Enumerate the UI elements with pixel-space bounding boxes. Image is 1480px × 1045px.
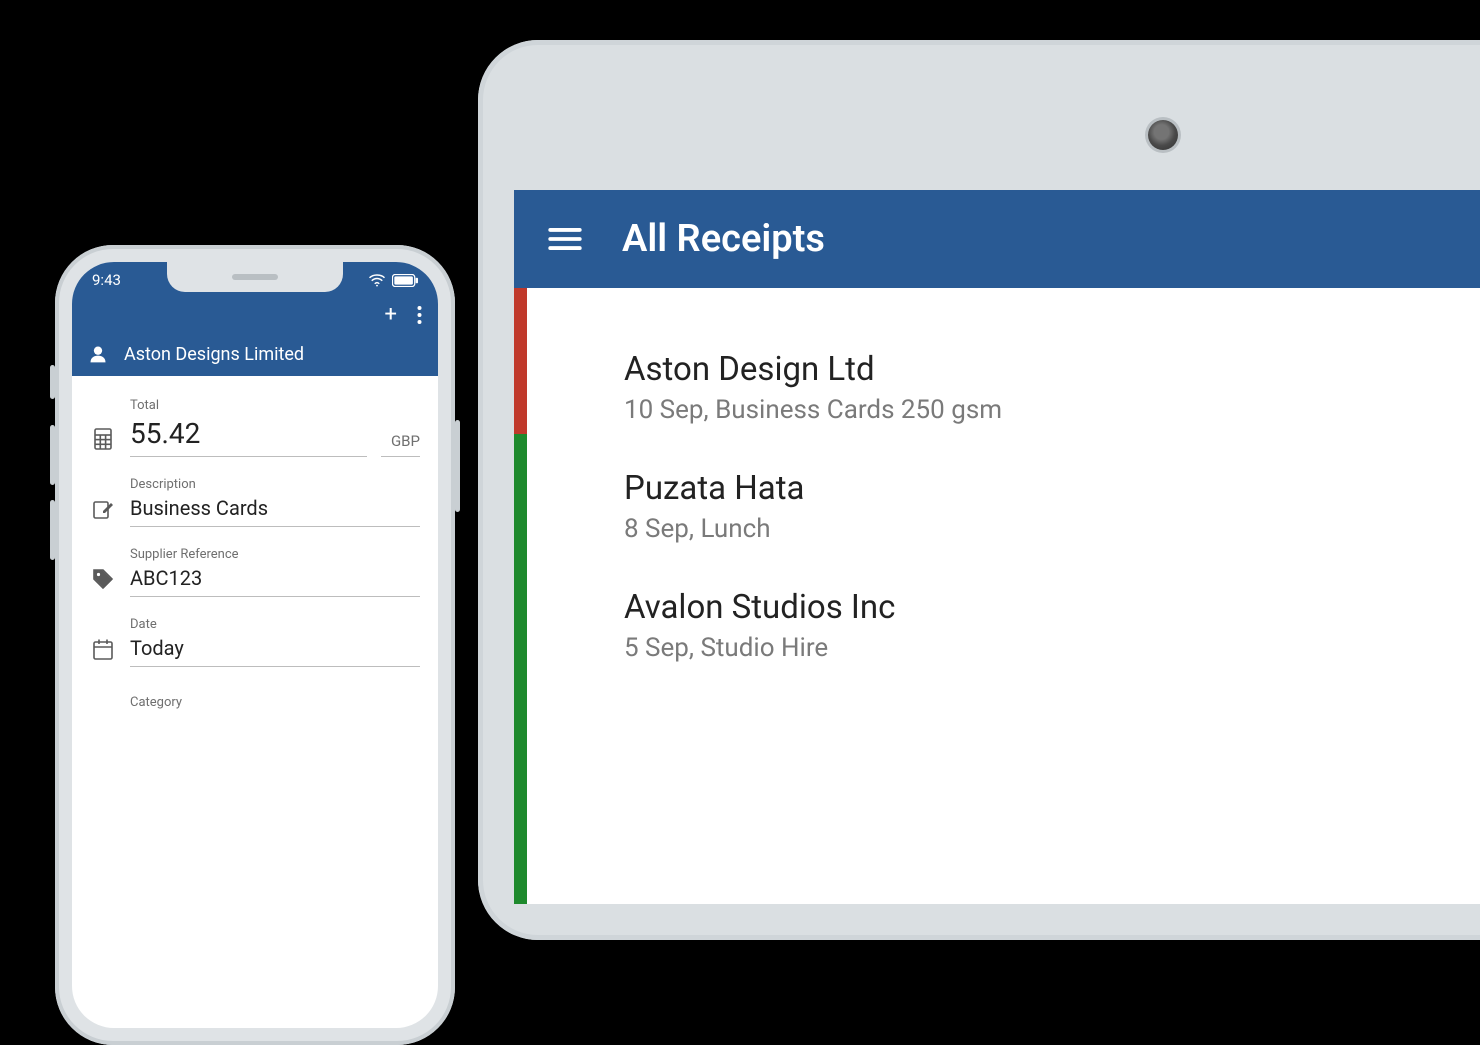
tablet-camera [1148, 120, 1178, 150]
receipt-row[interactable]: Puzata Hata 8 Sep, Lunch £12.42 [624, 447, 1480, 566]
receipts-list: Aston Design Ltd 10 Sep, Business Cards … [514, 288, 1480, 685]
total-label: Total [130, 398, 367, 413]
field-category: x Category [90, 673, 420, 718]
supplier-ref-label: Supplier Reference [130, 547, 420, 562]
receipt-subtitle: 8 Sep, Lunch [624, 514, 805, 544]
app-bar: All Receipts [514, 190, 1480, 288]
field-description: Description Business Cards [90, 463, 420, 533]
receipt-subtitle: 5 Sep, Studio Hire [624, 633, 895, 663]
add-button[interactable]: + [385, 304, 397, 326]
receipt-form: Total 55.42 GBP Description Business Car… [72, 376, 438, 718]
receipt-subtitle: 10 Sep, Business Cards 250 gsm [624, 395, 1002, 425]
company-name: Aston Designs Limited [124, 344, 304, 365]
status-red-segment [514, 288, 527, 434]
tablet-screen: All Receipts Aston Design Ltd 10 Sep, Bu… [514, 190, 1480, 904]
phone-screen: 9:43 + [72, 262, 438, 1028]
hamburger-menu-icon[interactable] [548, 226, 582, 252]
page-title: All Receipts [622, 217, 825, 261]
field-date: Date Today [90, 603, 420, 673]
description-input[interactable]: Business Cards [130, 494, 420, 527]
edit-icon [90, 497, 116, 527]
user-icon [88, 344, 108, 364]
battery-icon [392, 274, 418, 287]
receipt-row[interactable]: Aston Design Ltd 10 Sep, Business Cards … [624, 328, 1480, 447]
category-label: Category [130, 695, 420, 710]
date-label: Date [130, 617, 420, 632]
field-total: Total 55.42 GBP [90, 384, 420, 463]
status-green-segment [514, 434, 527, 904]
supplier-ref-input[interactable]: ABC123 [130, 564, 420, 597]
receipt-name: Puzata Hata [624, 469, 805, 508]
description-label: Description [130, 477, 420, 492]
phone-volume-up [50, 425, 55, 485]
action-bar: + [72, 298, 438, 332]
phone-notch [167, 262, 343, 292]
calendar-icon [90, 637, 116, 667]
tablet-device-frame: All Receipts Aston Design Ltd 10 Sep, Bu… [478, 40, 1480, 940]
title-bar: Aston Designs Limited [72, 332, 438, 376]
status-time: 9:43 [92, 271, 121, 289]
phone-volume-down [50, 500, 55, 560]
wifi-icon [368, 273, 386, 287]
receipt-name: Avalon Studios Inc [624, 588, 895, 627]
currency-selector[interactable]: GBP [381, 432, 420, 457]
phone-power-button [455, 420, 460, 512]
status-color-strip [514, 288, 527, 904]
date-input[interactable]: Today [130, 634, 420, 667]
field-supplier-ref: Supplier Reference ABC123 [90, 533, 420, 603]
receipt-name: Aston Design Ltd [624, 350, 1002, 389]
calculator-icon [90, 427, 116, 457]
tag-icon [90, 567, 116, 597]
phone-device-frame: 9:43 + [55, 245, 455, 1045]
phone-mute-switch [50, 365, 55, 399]
total-input[interactable]: 55.42 [130, 415, 367, 457]
receipt-row[interactable]: Avalon Studios Inc 5 Sep, Studio Hire £7… [624, 566, 1480, 685]
overflow-menu-icon[interactable] [417, 306, 422, 324]
